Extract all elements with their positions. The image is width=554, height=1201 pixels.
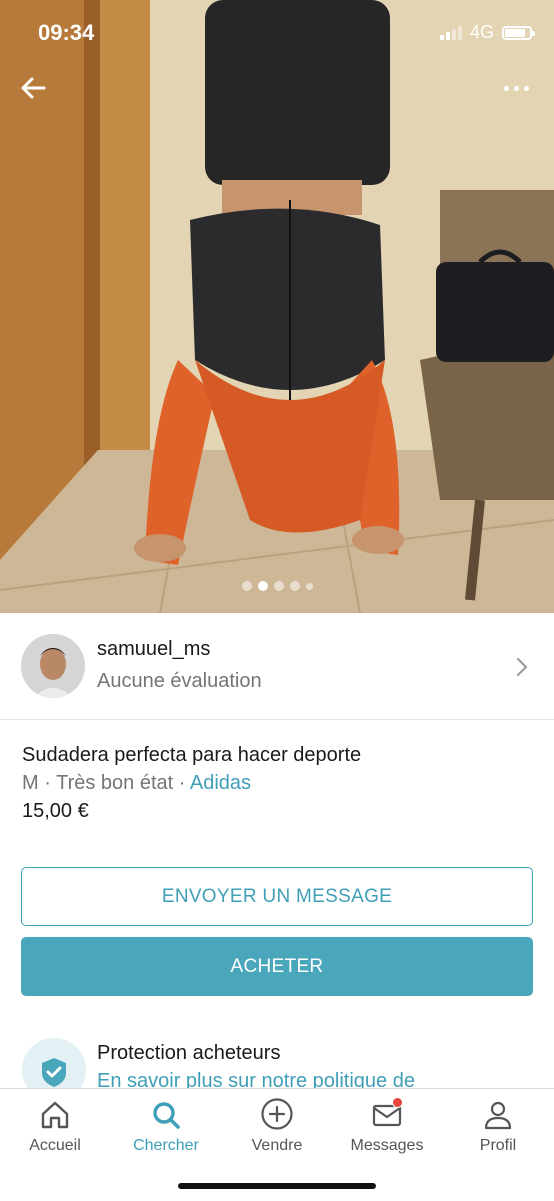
- home-icon: [41, 1101, 69, 1129]
- signal-icon: [439, 25, 462, 40]
- seller-row[interactable]: samuuel_ms Aucune évaluation: [0, 613, 554, 720]
- protection-badge: [22, 1038, 86, 1088]
- arrow-left-icon: [21, 77, 46, 99]
- meta-separator: ·: [173, 772, 190, 794]
- item-title: Sudadera perfecta para hacer deporte: [22, 744, 362, 766]
- item-meta: M · Très bon état · Adidas: [22, 772, 251, 795]
- battery-icon: [502, 25, 535, 40]
- gallery-dot[interactable]: [241, 581, 252, 591]
- gallery-pagination[interactable]: [0, 581, 554, 591]
- more-dot-icon: [503, 85, 509, 91]
- search-icon: [153, 1102, 180, 1129]
- avatar[interactable]: [21, 634, 85, 698]
- back-button[interactable]: [18, 72, 50, 104]
- nav-label: Profil: [479, 1137, 517, 1154]
- buy-button[interactable]: ACHETER: [21, 937, 533, 996]
- status-time: 09:34: [38, 20, 95, 45]
- gallery-dot[interactable]: [289, 581, 300, 591]
- status-bar: 09:34 4G: [0, 0, 554, 64]
- home-indicator: [178, 1183, 376, 1189]
- seller-rating: Aucune évaluation: [97, 670, 262, 692]
- nav-label: Accueil: [29, 1137, 81, 1154]
- item-condition: Très bon état: [56, 772, 174, 794]
- chevron-right-icon: [517, 658, 528, 676]
- person-icon: [484, 1101, 512, 1130]
- gallery-dot[interactable]: [305, 582, 313, 590]
- seller-username: samuuel_ms: [97, 638, 211, 660]
- photo-scene: [0, 0, 554, 613]
- item-brand-link[interactable]: Adidas: [190, 772, 251, 794]
- nav-item-accueil[interactable]: Accueil: [0, 1097, 110, 1155]
- more-dot-icon: [523, 85, 529, 91]
- item-photo[interactable]: 09:34 4G: [0, 0, 554, 613]
- protection-policy-link[interactable]: En savoir plus sur notre politique de: [97, 1070, 415, 1088]
- nav-item-profil[interactable]: Profil: [443, 1097, 553, 1155]
- nav-item-vendre[interactable]: Vendre: [222, 1097, 332, 1155]
- nav-item-chercher[interactable]: Chercher: [111, 1097, 221, 1155]
- avatar-image: [21, 634, 85, 698]
- nav-label: Vendre: [251, 1137, 303, 1154]
- gallery-dot[interactable]: [257, 581, 268, 591]
- nav-label: Messages: [350, 1137, 424, 1154]
- nav-label: Chercher: [133, 1137, 199, 1154]
- item-size: M: [22, 772, 39, 794]
- shield-check-icon: [42, 1058, 66, 1087]
- item-price: 15,00 €: [22, 800, 89, 822]
- more-dot-icon: [513, 85, 519, 91]
- buyer-protection: Protection acheteurs En savoir plus sur …: [0, 1030, 554, 1088]
- nav-item-messages[interactable]: Messages: [332, 1097, 442, 1155]
- unread-badge: [392, 1097, 403, 1108]
- status-right: 4G: [439, 22, 535, 43]
- plus-circle-icon: [261, 1098, 293, 1130]
- send-message-button[interactable]: ENVOYER UN MESSAGE: [21, 867, 533, 926]
- gallery-dot[interactable]: [273, 581, 284, 591]
- more-options-button[interactable]: [498, 76, 534, 100]
- meta-separator: ·: [38, 772, 57, 794]
- network-label: 4G: [469, 22, 494, 42]
- protection-title: Protection acheteurs: [97, 1042, 281, 1064]
